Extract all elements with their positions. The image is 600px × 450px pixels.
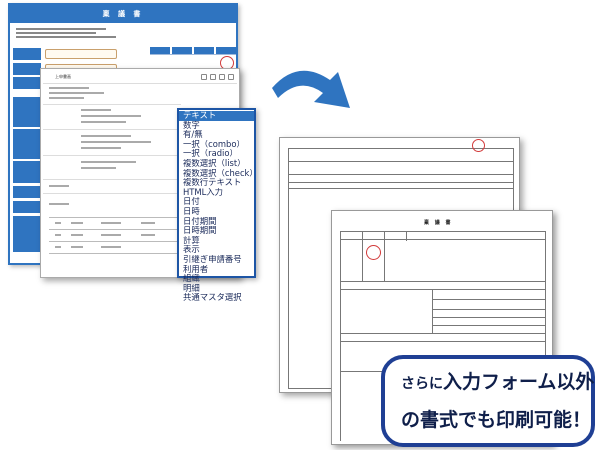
field-type-option[interactable]: 複数選択（list） bbox=[179, 159, 254, 169]
editor-table-line bbox=[49, 253, 179, 254]
field-type-option[interactable]: 一択（combo） bbox=[179, 140, 254, 150]
editor-divider bbox=[43, 179, 181, 180]
field-type-option[interactable]: テキスト bbox=[179, 111, 254, 121]
editor-tool-icon[interactable] bbox=[228, 74, 234, 80]
editor-cell bbox=[71, 246, 83, 248]
editor-table-line bbox=[49, 229, 179, 230]
callout-line-1: さらに入力フォーム以外 bbox=[401, 367, 594, 394]
printed-document-title: 稟 議 書 bbox=[424, 220, 453, 226]
back-form-notes bbox=[16, 26, 116, 40]
editor-text-line bbox=[49, 97, 84, 99]
editor-cell bbox=[71, 222, 83, 224]
field-type-option[interactable]: 利用者 bbox=[179, 265, 254, 275]
editor-cell bbox=[71, 234, 83, 236]
back-form-title: 稟 議 書 bbox=[10, 5, 236, 23]
approval-header-2 bbox=[172, 47, 192, 54]
field-type-option[interactable]: 日時期間 bbox=[179, 226, 254, 236]
editor-cell bbox=[55, 234, 61, 236]
callout-main: 入力フォーム以外 bbox=[443, 371, 595, 393]
editor-tool-icon[interactable] bbox=[219, 74, 225, 80]
editor-divider bbox=[43, 104, 181, 105]
editor-text-line bbox=[49, 87, 89, 89]
field-type-option[interactable]: 計算 bbox=[179, 236, 254, 246]
editor-title: 上申書画 bbox=[55, 74, 71, 79]
field-type-dropdown[interactable]: テキスト 数字 有/無 一択（combo） 一択（radio） 複数選択（list） 複数選… bbox=[177, 108, 256, 302]
field-type-option[interactable]: 一択（radio） bbox=[179, 149, 254, 159]
red-seal-stamp bbox=[472, 139, 485, 152]
editor-tool-icon[interactable] bbox=[201, 74, 207, 80]
editor-cell bbox=[141, 234, 155, 236]
field-type-option[interactable]: 共通マスタ選択 bbox=[179, 293, 254, 303]
back-form-label-2 bbox=[13, 63, 41, 75]
back-form-label-9 bbox=[13, 216, 41, 252]
print-feature-callout: さらに入力フォーム以外 の書式でも印刷可能！ bbox=[381, 355, 595, 447]
approval-header-4 bbox=[216, 47, 236, 54]
callout-line-2: の書式でも印刷可能！ bbox=[401, 409, 592, 431]
editor-cell bbox=[101, 234, 121, 236]
editor-tool-icon[interactable] bbox=[210, 74, 216, 80]
field-type-option[interactable]: 複数選択（check） bbox=[179, 169, 254, 179]
field-type-option[interactable]: 組織 bbox=[179, 274, 254, 284]
back-form-label-1 bbox=[13, 48, 41, 60]
red-seal-stamp bbox=[366, 245, 381, 260]
approval-header-1 bbox=[150, 47, 170, 54]
approval-header-3 bbox=[194, 47, 214, 54]
editor-text-line bbox=[81, 109, 111, 111]
editor-text-line bbox=[81, 141, 151, 143]
editor-cell bbox=[101, 222, 121, 224]
editor-divider bbox=[43, 155, 181, 156]
field-type-option[interactable]: 日付期間 bbox=[179, 217, 254, 227]
field-type-option[interactable]: 引継ぎ申請番号 bbox=[179, 255, 254, 265]
editor-divider bbox=[43, 129, 181, 130]
field-type-options: テキスト 数字 有/無 一択（combo） 一択（radio） 複数選択（list） 複数選… bbox=[179, 110, 254, 303]
back-form-label-5 bbox=[13, 129, 41, 159]
field-type-option[interactable]: 複数行テキスト bbox=[179, 178, 254, 188]
back-form-label-8 bbox=[13, 201, 41, 213]
editor-text-line bbox=[49, 92, 104, 94]
field-type-option[interactable]: 日時 bbox=[179, 207, 254, 217]
editor-table-line bbox=[49, 241, 179, 242]
editor-text-line bbox=[81, 135, 131, 137]
field-type-option[interactable]: 明細 bbox=[179, 284, 254, 294]
editor-text-line bbox=[81, 167, 116, 169]
editor-text-line bbox=[49, 185, 69, 187]
field-type-option[interactable]: 数字 bbox=[179, 121, 254, 131]
editor-text-line bbox=[81, 147, 121, 149]
field-type-option[interactable]: 表示 bbox=[179, 245, 254, 255]
field-type-option[interactable]: HTML入力 bbox=[179, 188, 254, 198]
field-type-option[interactable]: 有/無 bbox=[179, 130, 254, 140]
back-form-label-6 bbox=[13, 161, 41, 183]
back-form-label-7 bbox=[13, 186, 41, 198]
callout-prefix: さらに bbox=[401, 376, 443, 392]
back-form-label-4 bbox=[13, 97, 41, 127]
editor-table-line bbox=[49, 217, 179, 218]
back-form-field-1[interactable] bbox=[45, 49, 117, 59]
back-form-label-3 bbox=[13, 77, 41, 89]
editor-cell bbox=[141, 222, 155, 224]
editor-text-line bbox=[81, 115, 141, 117]
editor-divider bbox=[43, 193, 181, 194]
field-type-option[interactable]: 日付 bbox=[179, 197, 254, 207]
curved-arrow-icon bbox=[272, 70, 350, 108]
editor-divider bbox=[43, 83, 237, 84]
editor-cell bbox=[55, 222, 61, 224]
editor-cell bbox=[101, 246, 121, 248]
editor-text-line bbox=[49, 203, 69, 205]
editor-text-line bbox=[81, 161, 136, 163]
editor-text-line bbox=[81, 121, 126, 123]
approval-grid-line bbox=[150, 54, 236, 55]
editor-cell bbox=[55, 246, 61, 248]
